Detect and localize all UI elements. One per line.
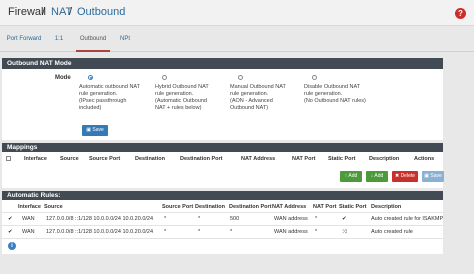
col-static-port: Static Port xyxy=(339,204,367,210)
rule-nat-port: * xyxy=(315,229,318,235)
option-manual-text: rule generation. xyxy=(230,91,269,97)
rule-nat-address: WAN address xyxy=(274,216,308,222)
tab-port-forward[interactable]: Port Forward xyxy=(4,28,44,52)
col-actions: Actions xyxy=(414,156,435,162)
save-mode-button[interactable]: ▣ Save xyxy=(82,125,108,136)
option-hybrid-text: NAT + rules below) xyxy=(155,105,202,111)
col-destination: Destination xyxy=(135,156,165,162)
col-source: Source xyxy=(60,156,79,162)
rule-description: Auto created rule for ISAKMP xyxy=(371,216,444,222)
option-automatic-text: Automatic outbound NAT xyxy=(79,84,141,90)
option-hybrid-text: (Automatic Outbound xyxy=(155,98,207,104)
breadcrumb-firewall: Firewall xyxy=(8,6,46,18)
breadcrumb-separator: / xyxy=(42,6,46,18)
col-source-port: Source Port xyxy=(162,204,194,210)
outbound-nat-mode-header: Outbound NAT Mode xyxy=(2,58,443,69)
col-nat-address: NAT Address xyxy=(272,204,307,210)
add-top-label: Add xyxy=(348,173,358,179)
add-top-button[interactable]: ↑ Add xyxy=(340,171,362,182)
rule-source-port: * xyxy=(164,229,167,235)
rule-source-port: * xyxy=(164,216,167,222)
randomize-port-icon: ⤨ xyxy=(342,229,347,235)
radio-manual[interactable] xyxy=(238,75,243,80)
delete-button[interactable]: ✖ Delete xyxy=(392,171,418,182)
option-disable-text: Disable Outbound NAT xyxy=(304,84,361,90)
tab-npt[interactable]: NPt xyxy=(116,28,134,52)
save-mode-label: Save xyxy=(92,127,104,133)
rule-interface: WAN xyxy=(22,229,35,235)
option-automatic-text: (IPsec passthrough xyxy=(79,98,127,104)
col-nat-port: NAT Port xyxy=(313,204,337,210)
save-mappings-label: Save xyxy=(430,173,442,179)
col-destination-port: Destination Port xyxy=(180,156,223,162)
rule-nat-port: * xyxy=(315,216,318,222)
enabled-check-icon: ✔ xyxy=(8,229,13,235)
rule-destination-port: 500 xyxy=(230,216,240,222)
enabled-check-icon: ✔ xyxy=(8,216,13,222)
breadcrumb-outbound-link[interactable]: Outbound xyxy=(77,6,125,18)
add-bottom-button[interactable]: ↓ Add xyxy=(366,171,388,182)
rule-destination: * xyxy=(198,229,201,235)
help-icon[interactable]: ? xyxy=(455,8,466,19)
option-manual-text: (AON - Advanced xyxy=(230,98,273,104)
option-disable-text: rule generation. xyxy=(304,91,343,97)
mode-label: Mode xyxy=(55,75,71,81)
rule-destination-port: * xyxy=(230,229,233,235)
breadcrumb-separator: / xyxy=(69,6,73,18)
radio-disable[interactable] xyxy=(312,75,317,80)
option-automatic-text: rule generation. xyxy=(79,91,118,97)
mappings-panel: Interface Source Source Port Destination… xyxy=(2,152,444,188)
option-disable-text: (No Outbound NAT rules) xyxy=(304,98,366,104)
col-interface: Interface xyxy=(18,204,41,210)
static-port-check-icon: ✔ xyxy=(342,216,347,222)
nat-tabs: Port Forward 1:1 Outbound NPt xyxy=(0,28,474,52)
option-manual-text: Outbound NAT) xyxy=(230,105,269,111)
divider xyxy=(2,238,443,239)
mappings-header: Mappings xyxy=(2,143,443,152)
automatic-rules-header: Automatic Rules: xyxy=(2,191,443,200)
outbound-nat-mode-panel: Mode Automatic outbound NAT rule generat… xyxy=(2,69,443,140)
col-description: Description xyxy=(369,156,400,162)
option-hybrid-text: Hybrid Outbound NAT xyxy=(155,84,209,90)
info-icon[interactable]: i xyxy=(8,242,16,250)
divider xyxy=(2,225,443,226)
rule-description: Auto created rule xyxy=(371,229,413,235)
select-all-checkbox[interactable] xyxy=(6,156,11,161)
automatic-rules-panel: Interface Source Source Port Destination… xyxy=(2,200,443,254)
col-destination: Destination xyxy=(195,204,225,210)
rule-nat-address: WAN address xyxy=(274,229,308,235)
col-static-port: Static Port xyxy=(328,156,356,162)
breadcrumb: Firewall / NAT / Outbound ? xyxy=(0,0,474,26)
delete-label: Delete xyxy=(400,173,416,179)
col-interface: Interface xyxy=(24,156,47,162)
rule-interface: WAN xyxy=(22,216,35,222)
add-bottom-label: Add xyxy=(374,173,384,179)
col-destination-port: Destination Port xyxy=(229,204,272,210)
col-description: Description xyxy=(371,204,402,210)
rule-source: 127.0.0.0/8 ::1/128 10.0.0.0/24 10.0.20.… xyxy=(46,229,154,235)
col-nat-port: NAT Port xyxy=(292,156,316,162)
option-hybrid-text: rule generation. xyxy=(155,91,194,97)
col-source: Source xyxy=(44,204,63,210)
option-automatic-text: included) xyxy=(79,105,102,111)
radio-hybrid[interactable] xyxy=(162,75,167,80)
col-nat-address: NAT Address xyxy=(241,156,276,162)
divider xyxy=(2,212,443,213)
tab-outbound[interactable]: Outbound xyxy=(76,28,110,52)
rule-destination: * xyxy=(198,216,201,222)
rule-source: 127.0.0.0/8 ::1/128 10.0.0.0/24 10.0.20.… xyxy=(46,216,154,222)
col-source-port: Source Port xyxy=(89,156,121,162)
save-mappings-button[interactable]: ▣ Save xyxy=(422,171,444,182)
radio-automatic[interactable] xyxy=(88,75,93,80)
option-manual-text: Manual Outbound NAT xyxy=(230,84,286,90)
tab-one-to-one[interactable]: 1:1 xyxy=(50,28,68,52)
